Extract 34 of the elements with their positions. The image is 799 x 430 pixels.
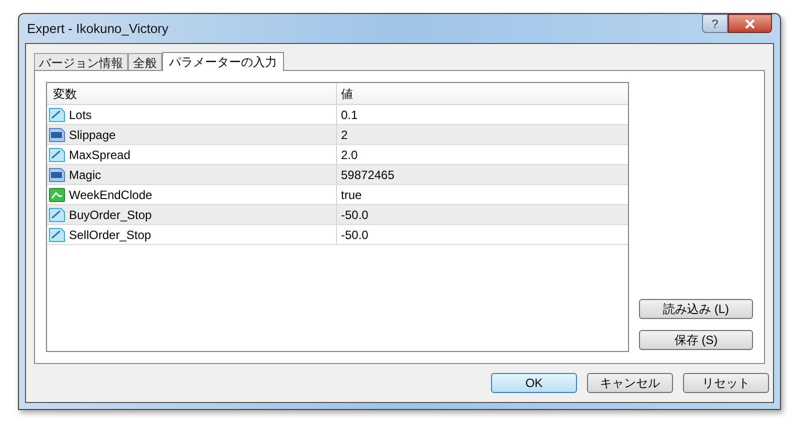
parameter-name: SellOrder_Stop <box>69 226 152 244</box>
window-title: Expert - Ikokuno_Victory <box>27 20 168 38</box>
fraction-tag-icon <box>49 228 65 242</box>
parameter-value[interactable]: 0.1 <box>337 105 628 124</box>
close-button[interactable] <box>728 14 772 33</box>
dialog-button[interactable]: OK <box>491 373 577 393</box>
side-button[interactable]: 保存 (S) <box>639 330 753 350</box>
parameter-value[interactable]: 2.0 <box>337 145 628 164</box>
dialog-button[interactable]: キャンセル <box>587 373 673 393</box>
dialog-button[interactable]: リセット <box>683 373 769 393</box>
parameter-value[interactable]: 2 <box>337 125 628 144</box>
side-button[interactable]: 読み込み (L) <box>639 299 753 319</box>
column-header[interactable]: 変数 <box>47 83 337 104</box>
fraction-tag-icon <box>49 148 65 162</box>
parameter-name: MaxSpread <box>69 146 130 164</box>
column-header[interactable]: 値 <box>337 83 628 104</box>
help-button[interactable]: ? <box>702 14 728 33</box>
close-icon <box>744 18 756 28</box>
parameter-value[interactable]: -50.0 <box>337 205 628 224</box>
parameter-name: Slippage <box>69 126 116 144</box>
number-tag-icon <box>49 168 65 182</box>
parameter-name: Magic <box>69 166 102 184</box>
parameter-value[interactable]: -50.0 <box>337 225 628 244</box>
parameter-value[interactable]: 59872465 <box>337 165 628 184</box>
fraction-tag-icon <box>49 208 65 222</box>
parameter-name: Lots <box>69 106 92 124</box>
number-tag-icon <box>49 128 65 142</box>
parameter-name: BuyOrder_Stop <box>69 206 152 224</box>
parameter-name: WeekEndClode <box>69 186 152 204</box>
fraction-tag-icon <box>49 108 65 122</box>
tab[interactable]: パラメーターの入力 <box>162 52 284 71</box>
tab[interactable]: 全般 <box>128 53 162 70</box>
tab[interactable]: バージョン情報 <box>34 53 128 70</box>
parameter-value[interactable]: true <box>337 185 628 204</box>
